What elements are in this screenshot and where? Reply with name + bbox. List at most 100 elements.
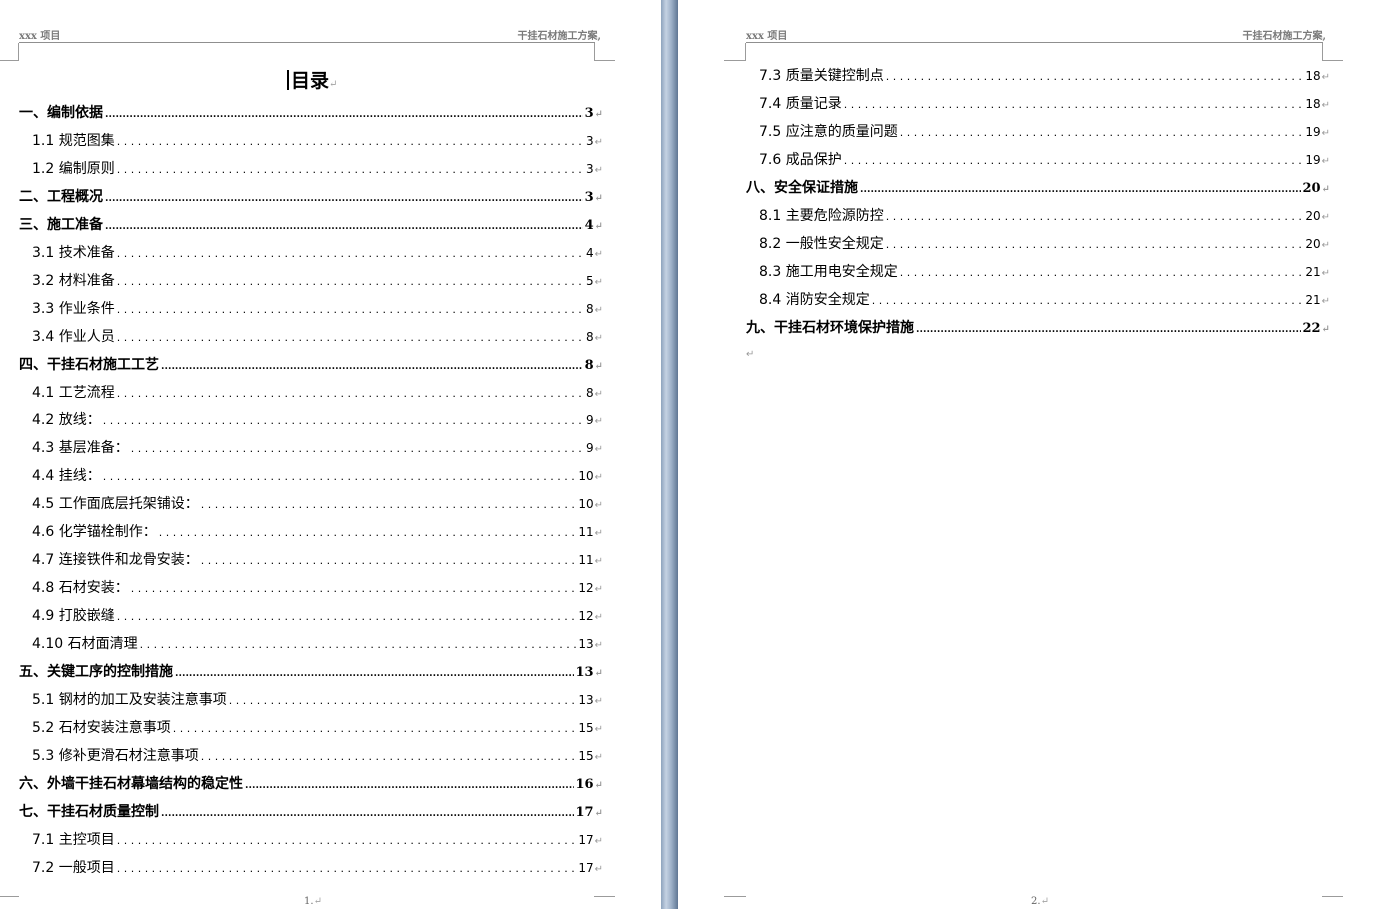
- toc-entry[interactable]: 4.5 工作面底层托架铺设： 10↵: [32, 495, 603, 515]
- toc-entry[interactable]: 8.3 施工用电安全规定 21↵: [759, 263, 1330, 283]
- toc-dot-leader: [131, 579, 577, 598]
- toc-page-number: 21: [1305, 293, 1321, 307]
- toc-entry-label: 3.3 作业条件: [32, 300, 115, 317]
- toc-entry[interactable]: 4.4 挂线： 10↵: [32, 467, 603, 487]
- toc-entry[interactable]: 7.4 质量记录 18↵: [759, 95, 1330, 115]
- toc-page-number: 4: [585, 245, 594, 260]
- toc-dot-leader: [117, 272, 584, 291]
- toc-entry[interactable]: 4.3 基层准备： 9↵: [32, 439, 603, 459]
- toc-page-number: 12: [578, 609, 594, 624]
- toc-page-number: 3: [584, 189, 594, 205]
- toc-entry[interactable]: 三、施工准备 4↵: [19, 216, 603, 236]
- paragraph-mark: ↵: [594, 360, 603, 372]
- toc-entry-label: 1.2 编制原则: [32, 160, 115, 177]
- empty-paragraph-mark: ↵: [746, 349, 755, 360]
- toc-entry[interactable]: 7.5 应注意的质量问题 19↵: [759, 123, 1330, 143]
- toc-entry-label: 4.3 基层准备：: [32, 440, 129, 457]
- toc-entry[interactable]: 7.1 主控项目 17↵: [32, 831, 603, 851]
- toc-dot-leader: [117, 160, 584, 179]
- toc-entry[interactable]: 7.6 成品保护 19↵: [759, 151, 1330, 171]
- toc-entry-label: 4.9 打胶嵌缝: [32, 608, 115, 625]
- crop-mark: [594, 60, 615, 61]
- toc-entry[interactable]: 3.3 作业条件 8↵: [32, 300, 603, 320]
- crop-mark: [1322, 60, 1343, 61]
- toc-entry-label: 九、干挂石材环境保护措施: [746, 320, 914, 336]
- toc-entry[interactable]: 六、外墙干挂石材幕墙结构的稳定性 16↵: [19, 775, 603, 795]
- toc-dot-leader: [117, 384, 584, 403]
- toc-entry[interactable]: 4.7 连接铁件和龙骨安装： 11↵: [32, 551, 603, 571]
- crop-mark: [1322, 43, 1323, 60]
- toc-page-number: 3: [585, 133, 594, 148]
- toc-entry[interactable]: 4.1 工艺流程 8↵: [32, 384, 603, 404]
- text-cursor: [287, 70, 289, 90]
- toc-entry[interactable]: 1.2 编制原则 3↵: [32, 160, 603, 180]
- toc-dot-leader: [103, 467, 577, 486]
- paragraph-mark: ↵: [594, 332, 603, 344]
- toc-entry-label: 一、编制依据: [19, 105, 103, 121]
- toc-entry[interactable]: 5.3 修补更滑石材注意事项 15↵: [32, 747, 603, 767]
- toc-entry[interactable]: 九、干挂石材环境保护措施 22↵: [746, 319, 1330, 339]
- toc-page-number: 10: [578, 497, 594, 512]
- toc-dot-leader: [844, 151, 1304, 170]
- toc-page-number: 15: [578, 748, 594, 763]
- paragraph-mark: ↵: [594, 528, 603, 540]
- toc-dot-leader: [117, 607, 577, 626]
- toc-page-number: 22: [1302, 321, 1321, 336]
- toc-entry[interactable]: 4.2 放线： 9↵: [32, 411, 603, 431]
- toc-dot-leader: [245, 775, 574, 795]
- toc-entry[interactable]: 4.10 石材面清理 13↵: [32, 635, 603, 655]
- toc-entry[interactable]: 7.2 一般项目 17↵: [32, 859, 603, 879]
- toc-entry[interactable]: 8.2 一般性安全规定 20↵: [759, 235, 1330, 255]
- toc-entry-label: 4.5 工作面底层托架铺设：: [32, 496, 199, 513]
- toc-entry[interactable]: 七、干挂石材质量控制 17↵: [19, 803, 603, 823]
- toc-entry[interactable]: 1.1 规范图集 3↵: [32, 132, 603, 152]
- document-page-2[interactable]: xxx 项目 干挂石材施工方案, 7.3 质量关键控制点18↵7.4 质量记录1…: [678, 0, 1378, 909]
- toc-entry-label: 3.4 作业人员: [32, 328, 115, 345]
- paragraph-mark: ↵: [594, 500, 603, 512]
- crop-mark: [724, 60, 746, 61]
- toc-dot-leader: [105, 216, 583, 236]
- paragraph-mark: ↵: [594, 164, 603, 176]
- toc-page-number: 11: [578, 525, 594, 540]
- paragraph-mark: ↵: [594, 220, 603, 232]
- toc-dot-leader: [844, 95, 1304, 114]
- toc-dot-leader: [117, 859, 577, 878]
- toc-entry[interactable]: 3.1 技术准备 4↵: [32, 244, 603, 264]
- toc-entry-label: 7.3 质量关键控制点: [759, 68, 884, 84]
- toc-entry[interactable]: 5.1 钢材的加工及安装注意事项 13↵: [32, 691, 603, 711]
- toc-entry[interactable]: 一、编制依据 3↵: [19, 104, 603, 124]
- toc-entry[interactable]: 4.6 化学锚栓制作： 11↵: [32, 523, 603, 543]
- toc-entry-label: 二、工程概况: [19, 188, 103, 205]
- toc-entry[interactable]: 3.2 材料准备 5↵: [32, 272, 603, 292]
- toc-entry[interactable]: 二、工程概况 3↵: [19, 188, 603, 208]
- toc-entry[interactable]: 5.2 石材安装注意事项 15↵: [32, 719, 603, 739]
- toc-entry[interactable]: 3.4 作业人员 8↵: [32, 328, 603, 348]
- toc-dot-leader: [117, 132, 584, 151]
- toc-dot-leader: [131, 439, 584, 458]
- paragraph-mark: ↵: [594, 863, 603, 875]
- paragraph-mark: ↵: [594, 276, 603, 288]
- toc-entry[interactable]: 4.8 石材安装： 12↵: [32, 579, 603, 599]
- toc-dot-leader: [175, 663, 574, 683]
- toc-entry[interactable]: 五、关键工序的控制措施 13↵: [19, 663, 603, 683]
- toc-page-number: 20: [1302, 181, 1321, 196]
- toc-title[interactable]: 目录↵: [291, 66, 337, 93]
- paragraph-mark: ↵: [1321, 128, 1330, 139]
- toc-page-number: 15: [578, 720, 594, 735]
- paragraph-mark: ↵: [594, 612, 603, 624]
- crop-mark: [724, 896, 746, 897]
- toc-dot-leader: [173, 719, 577, 738]
- toc-page-number: 13: [578, 637, 594, 652]
- toc-entry[interactable]: 8.1 主要危险源防控 20↵: [759, 207, 1330, 227]
- toc-dot-leader: [860, 179, 1301, 199]
- document-page-1[interactable]: xxx 项目 干挂石材施工方案, 目录↵ 一、编制依据3↵1.1 规范图集3↵1…: [0, 0, 661, 909]
- page-number-footer: 1.↵: [304, 896, 322, 907]
- toc-entry[interactable]: 7.3 质量关键控制点 18↵: [759, 67, 1330, 87]
- paragraph-mark: ↵: [594, 416, 603, 428]
- toc-entry[interactable]: 8.4 消防安全规定 21↵: [759, 291, 1330, 311]
- toc-entry[interactable]: 4.9 打胶嵌缝 12↵: [32, 607, 603, 627]
- paragraph-mark: ↵: [1321, 240, 1330, 251]
- toc-entry[interactable]: 四、干挂石材施工工艺 8↵: [19, 356, 603, 376]
- toc-entry[interactable]: 八、安全保证措施 20↵: [746, 179, 1330, 199]
- toc-page-number: 8: [584, 357, 594, 373]
